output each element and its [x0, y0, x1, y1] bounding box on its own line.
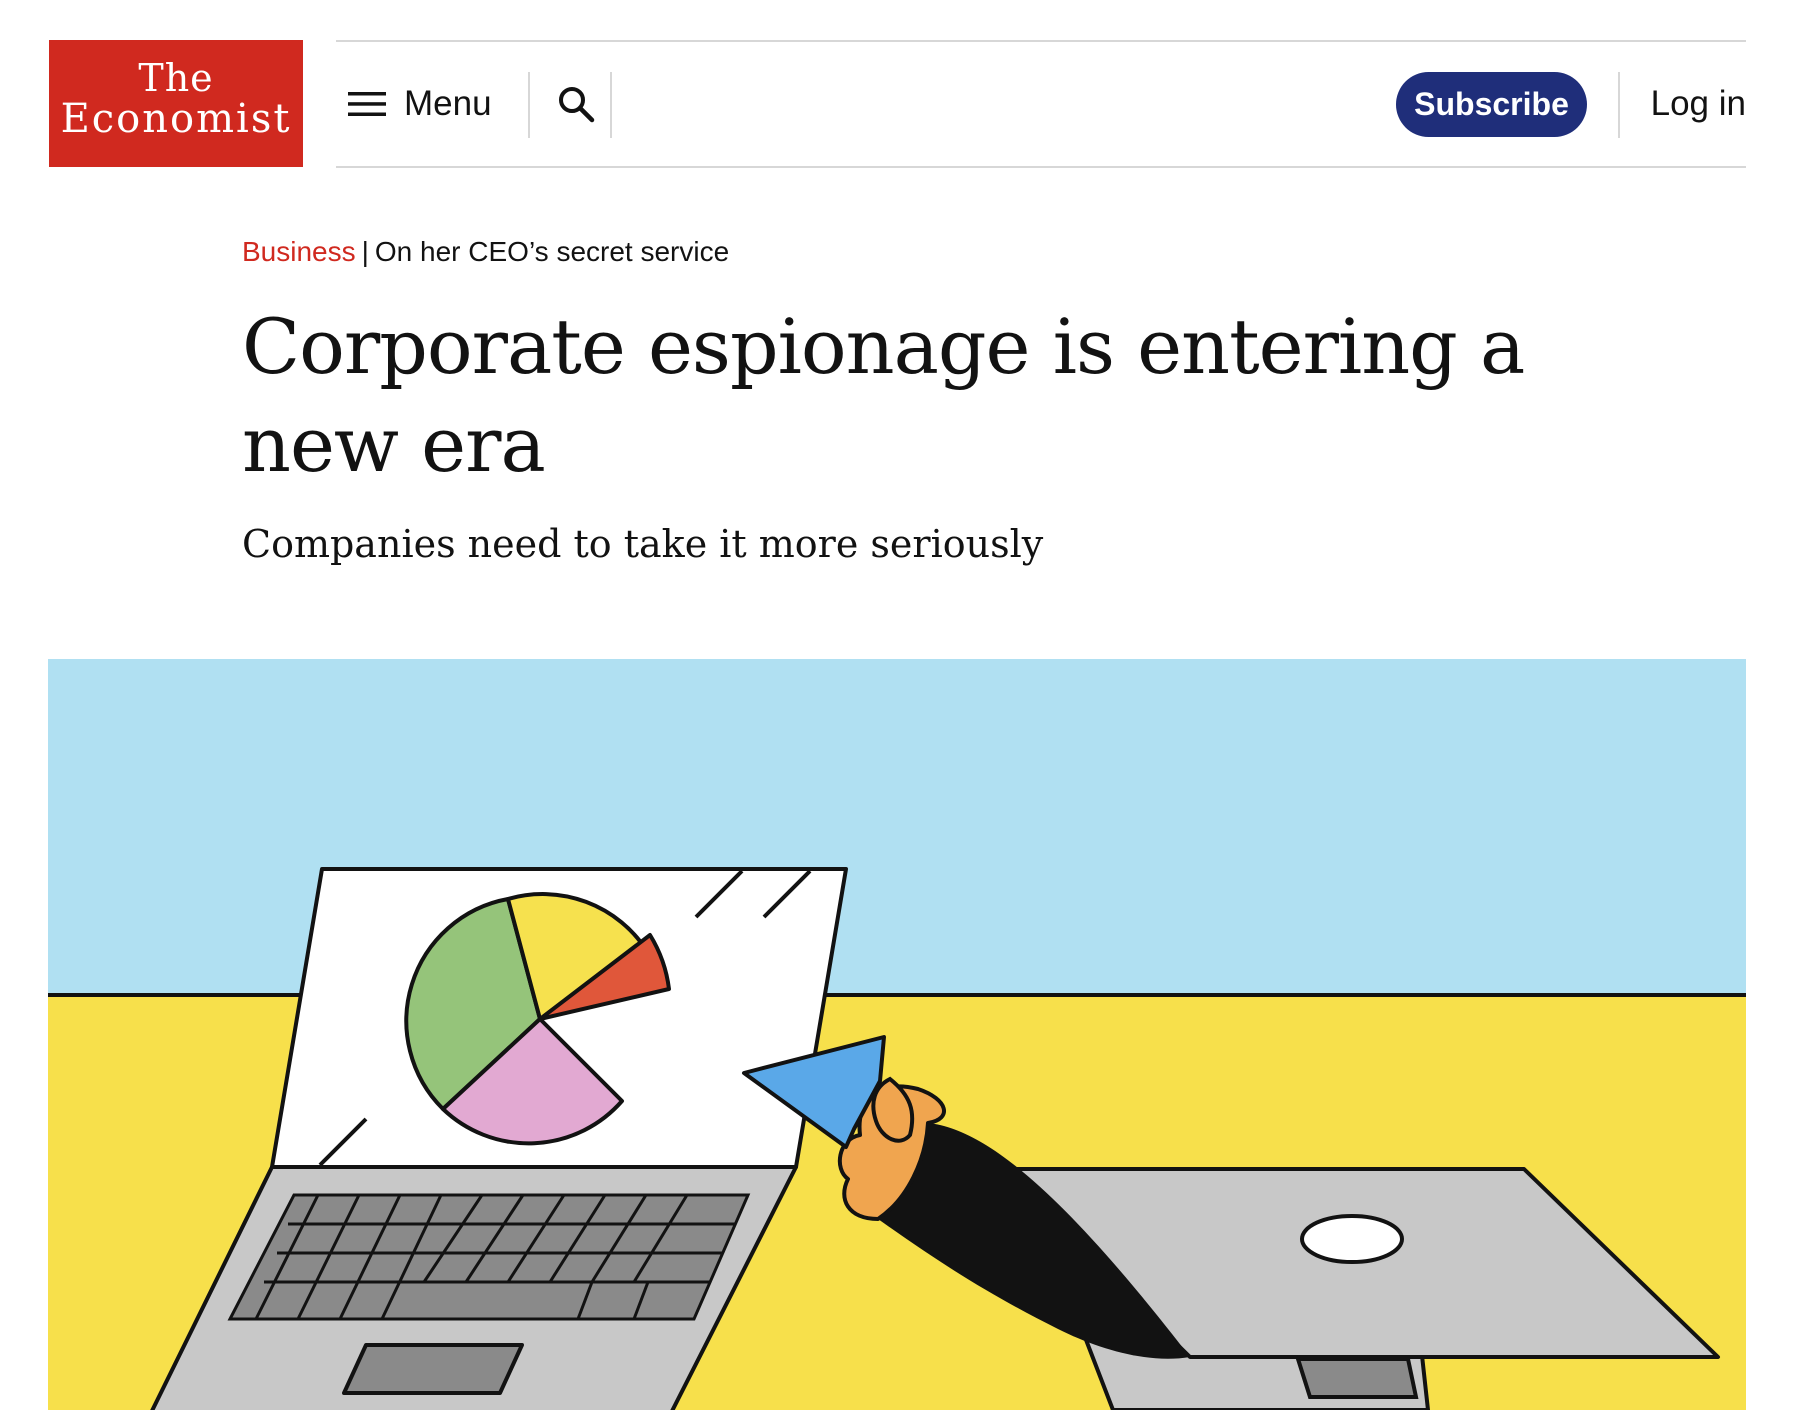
rubric-separator: | — [361, 236, 369, 267]
article-headline: Corporate espionage is entering a new er… — [242, 302, 1525, 489]
top-navigation-bar: Menu Subscribe Log in — [336, 40, 1746, 168]
divider — [610, 72, 612, 138]
divider — [528, 72, 530, 138]
article-page: The Economist Menu Subscribe Log in Busi… — [0, 0, 1796, 1410]
subscribe-button[interactable]: Subscribe — [1396, 72, 1587, 137]
laptop-trackpad — [342, 1343, 524, 1395]
rubric-text: On her CEO’s secret service — [374, 236, 730, 267]
sky-background — [48, 659, 1746, 995]
search-icon — [559, 87, 595, 123]
search-button[interactable] — [546, 42, 606, 166]
lead-illustration — [48, 659, 1746, 1410]
economist-logo[interactable]: The Economist — [49, 40, 303, 167]
logo-line-1: The — [138, 56, 214, 100]
logo-line-2: Economist — [60, 96, 292, 142]
menu-button[interactable]: Menu — [348, 42, 492, 166]
espionage-illustration — [48, 659, 1746, 1410]
menu-label: Menu — [404, 84, 492, 123]
divider — [1618, 72, 1620, 138]
closed-laptop-logo — [1300, 1214, 1404, 1264]
menu-icon — [348, 92, 386, 116]
section-link[interactable]: Business — [242, 236, 356, 267]
article-subheadline: Companies need to take it more seriously — [242, 522, 1044, 566]
article-rubric: Business | On her CEO’s secret service — [242, 236, 729, 268]
login-link[interactable]: Log in — [1651, 42, 1746, 166]
